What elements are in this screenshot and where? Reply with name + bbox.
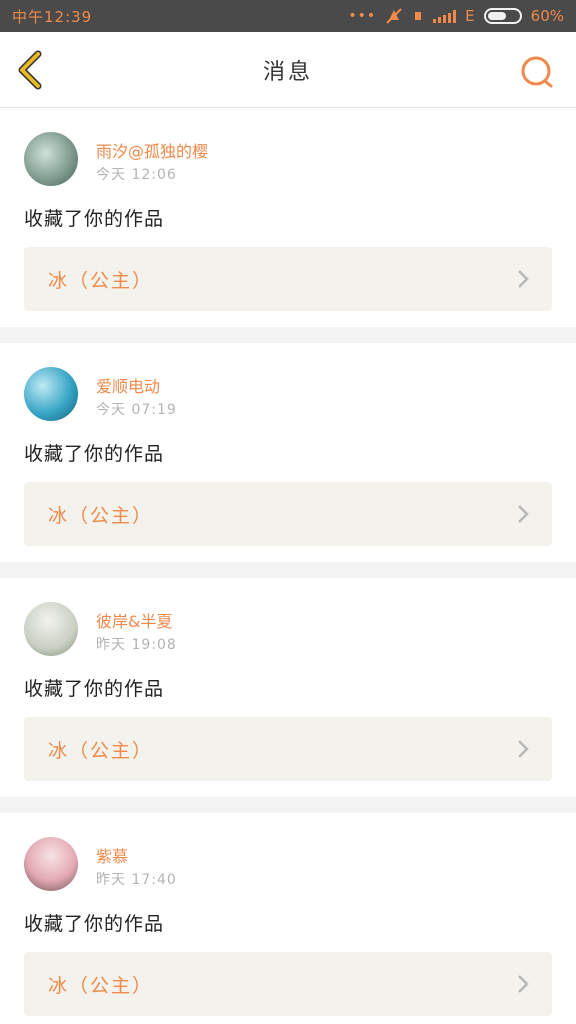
avatar[interactable] xyxy=(24,367,78,421)
vibrate-icon xyxy=(415,12,422,20)
network-type: E xyxy=(465,7,475,25)
battery-percent: 60% xyxy=(530,7,564,25)
message-time: 今天 12:06 xyxy=(96,167,177,183)
work-link[interactable]: 冰（公主） xyxy=(24,952,552,1016)
message-item: 雨汐@孤独的樱 今天 12:06 收藏了你的作品 冰（公主） xyxy=(0,108,576,327)
battery-icon xyxy=(483,8,522,24)
avatar[interactable] xyxy=(24,837,78,891)
chevron-right-icon xyxy=(518,505,529,523)
chevron-right-icon xyxy=(518,270,529,288)
work-title: 冰（公主） xyxy=(48,504,154,527)
divider xyxy=(0,797,576,813)
more-dots-icon: ••• xyxy=(348,8,377,24)
work-link[interactable]: 冰（公主） xyxy=(24,247,552,311)
message-item: 爱顺电动 今天 07:19 收藏了你的作品 冰（公主） xyxy=(0,343,576,562)
status-bar: 中午12:39 ••• E 60% xyxy=(0,0,576,32)
page-title: 消息 xyxy=(262,59,313,85)
user-name[interactable]: 爱顺电动 xyxy=(96,373,160,397)
chevron-right-icon xyxy=(518,975,529,993)
user-name[interactable]: 彼岸&半夏 xyxy=(96,608,172,632)
message-text: 收藏了你的作品 xyxy=(24,678,165,700)
mute-icon xyxy=(386,8,402,24)
chevron-right-icon xyxy=(518,740,529,758)
status-icons: ••• E 60% xyxy=(348,7,564,25)
work-title: 冰（公主） xyxy=(48,739,154,762)
work-title: 冰（公主） xyxy=(48,269,154,292)
back-arrow-icon[interactable] xyxy=(12,50,52,90)
divider xyxy=(0,327,576,343)
work-link[interactable]: 冰（公主） xyxy=(24,482,552,546)
signal-icon xyxy=(433,9,457,23)
user-name[interactable]: 雨汐@孤独的樱 xyxy=(96,138,208,162)
nav-bar: 消息 xyxy=(0,32,576,108)
message-time: 今天 07:19 xyxy=(96,402,177,418)
message-item: 紫慕 昨天 17:40 收藏了你的作品 冰（公主） xyxy=(0,813,576,1024)
message-item: 彼岸&半夏 昨天 19:08 收藏了你的作品 冰（公主） xyxy=(0,578,576,797)
work-title: 冰（公主） xyxy=(48,974,154,997)
avatar[interactable] xyxy=(24,132,78,186)
work-link[interactable]: 冰（公主） xyxy=(24,717,552,781)
message-time: 昨天 17:40 xyxy=(96,872,177,888)
message-text: 收藏了你的作品 xyxy=(24,443,165,465)
divider xyxy=(0,562,576,578)
message-text: 收藏了你的作品 xyxy=(24,208,165,230)
search-icon[interactable] xyxy=(520,54,556,90)
avatar[interactable] xyxy=(24,602,78,656)
message-text: 收藏了你的作品 xyxy=(24,913,165,935)
message-time: 昨天 19:08 xyxy=(96,637,177,653)
message-list: 雨汐@孤独的樱 今天 12:06 收藏了你的作品 冰（公主） 爱顺电动 今天 0… xyxy=(0,108,576,1024)
user-name[interactable]: 紫慕 xyxy=(96,843,128,867)
status-time: 中午12:39 xyxy=(12,7,93,26)
